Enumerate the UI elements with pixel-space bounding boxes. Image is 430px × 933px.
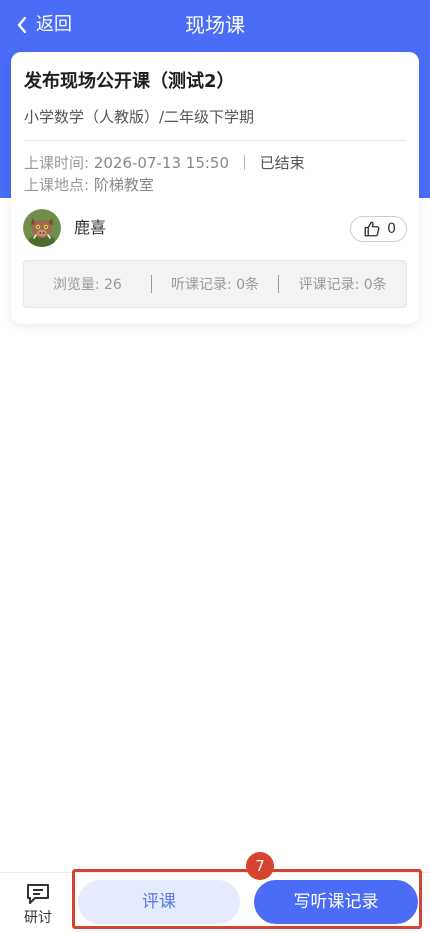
class-location-value: 阶梯教室 xyxy=(93,176,154,194)
like-count: 0 xyxy=(387,221,396,237)
course-title: 发布现场公开课（测试2） xyxy=(24,71,235,92)
class-time-label: 上课时间: xyxy=(24,154,90,172)
thumbs-up-icon xyxy=(364,221,380,237)
like-button[interactable]: 0 xyxy=(350,216,407,242)
write-record-button[interactable]: 写听课记录 xyxy=(254,880,418,924)
marker-badge: 7 xyxy=(246,852,274,880)
course-subject: 小学数学（人教版）/二年级下学期 xyxy=(24,108,255,126)
card-divider xyxy=(24,140,406,141)
discuss-label: 研讨 xyxy=(24,910,52,926)
page-title: 现场课 xyxy=(185,13,245,37)
listen-record-count: 听课记录: 0条 xyxy=(170,277,260,293)
discuss-tab[interactable]: 研讨 xyxy=(8,883,68,927)
stats-box: 浏览量: 26 听课记录: 0条 评课记录: 0条 xyxy=(23,260,407,308)
avatar[interactable] xyxy=(23,209,61,247)
class-location-row: 上课地点: 阶梯教室 xyxy=(24,175,154,195)
class-time-row: 上课时间: 2026-07-13 15:50 已结束 xyxy=(24,153,305,173)
author-name: 鹿喜 xyxy=(74,218,107,237)
review-record-count: 评课记录: 0条 xyxy=(298,277,387,293)
time-status-separator xyxy=(243,155,245,170)
top-navigation-bar: 返回 现场课 xyxy=(0,0,430,50)
class-location-label: 上课地点: xyxy=(24,176,90,194)
status-badge: 已结束 xyxy=(259,154,305,172)
boar-avatar-icon xyxy=(23,209,61,247)
view-count: 浏览量: 26 xyxy=(52,277,122,293)
class-time-value: 2026-07-13 15:50 xyxy=(93,154,230,172)
chat-icon xyxy=(27,884,49,904)
course-card: 发布现场公开课（测试2） 小学数学（人教版）/二年级下学期 上课时间: 2026… xyxy=(11,52,419,324)
review-button[interactable]: 评课 xyxy=(78,880,240,924)
